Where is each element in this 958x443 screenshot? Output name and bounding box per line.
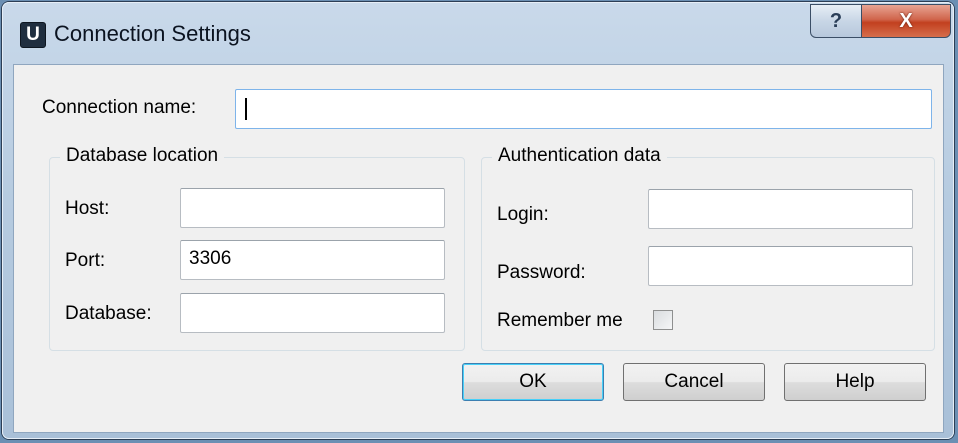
login-label: Login: xyxy=(497,204,549,225)
cancel-button[interactable]: Cancel xyxy=(623,363,765,401)
connection-name-input[interactable] xyxy=(235,89,932,129)
host-input[interactable] xyxy=(180,188,445,228)
question-mark-icon: ? xyxy=(829,9,843,32)
remember-me-label[interactable]: Remember me xyxy=(497,310,623,332)
close-icon: X xyxy=(899,9,913,32)
password-input[interactable] xyxy=(648,246,913,286)
port-label: Port: xyxy=(65,250,106,271)
connection-settings-dialog: U Connection Settings ? X Connection nam… xyxy=(2,2,954,439)
database-location-title: Database location xyxy=(60,145,225,167)
window-title: Connection Settings xyxy=(54,21,251,46)
ok-button[interactable]: OK xyxy=(462,363,604,401)
database-label: Database: xyxy=(65,303,152,324)
title-bar[interactable]: U Connection Settings ? X xyxy=(2,2,954,62)
dialog-body: Connection name: Database location Host:… xyxy=(13,64,944,433)
login-input[interactable] xyxy=(648,189,913,229)
remember-me-checkbox[interactable] xyxy=(653,310,673,330)
port-input[interactable]: 3306 xyxy=(180,240,445,280)
connection-name-label: Connection name: xyxy=(42,97,197,118)
password-label: Password: xyxy=(497,262,586,283)
text-caret xyxy=(245,98,247,120)
help-button[interactable]: Help xyxy=(784,363,926,401)
database-input[interactable] xyxy=(180,293,445,333)
database-location-group: Database location Host: Port: 3306 Datab… xyxy=(49,145,465,351)
authentication-data-title: Authentication data xyxy=(492,145,667,167)
app-icon: U xyxy=(20,22,46,48)
close-button[interactable]: X xyxy=(861,4,951,38)
help-caption-button[interactable]: ? xyxy=(810,4,862,38)
host-label: Host: xyxy=(65,198,110,219)
authentication-data-group: Authentication data Login: Password: Rem… xyxy=(481,145,935,351)
